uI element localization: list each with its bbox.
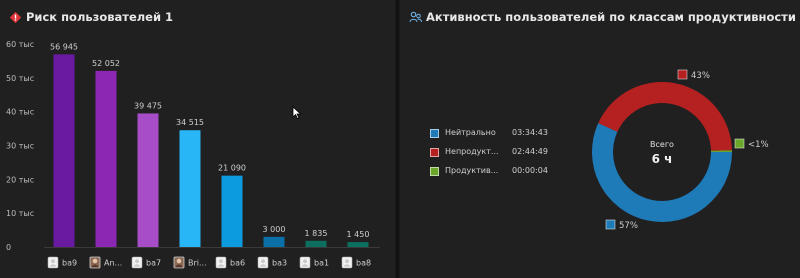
- x-tick-label[interactable]: ba6: [230, 259, 245, 268]
- data-label: 21 090: [218, 164, 246, 173]
- legend-label: Нейтрально: [445, 128, 496, 137]
- avatar-photo-icon[interactable]: [173, 256, 185, 269]
- x-tick-label[interactable]: ba7: [146, 259, 161, 268]
- data-label: 1 450: [347, 230, 370, 239]
- panel-title: Активность пользователей по классам прод…: [426, 10, 796, 24]
- bar[interactable]: [179, 130, 201, 247]
- user-icon[interactable]: [215, 256, 227, 269]
- bar[interactable]: [221, 175, 243, 247]
- user-icon[interactable]: [131, 256, 143, 269]
- user-icon[interactable]: [257, 256, 269, 269]
- data-label: 3 000: [263, 225, 286, 234]
- user-risk-bar-chart: 0 10 тыс 20 тыс 30 тыс 40 тыс 50 тыс 60 тыс 56 …: [6, 40, 380, 269]
- slice-label: 43%: [691, 71, 710, 81]
- legend-value: 03:34:43: [512, 128, 548, 137]
- slice-label-swatch: [734, 138, 745, 149]
- y-tick-label: 30 тыс: [6, 142, 34, 151]
- user-icon[interactable]: [341, 256, 353, 269]
- panel-title: Риск пользователей 1: [26, 10, 174, 24]
- donut-center-label: Всего: [650, 140, 674, 149]
- diamond-risk-icon: [9, 11, 22, 24]
- y-tick-label: 40 тыс: [6, 108, 34, 117]
- bar[interactable]: [53, 54, 75, 247]
- data-label: 39 475: [134, 101, 162, 110]
- bar[interactable]: [347, 242, 369, 247]
- y-tick-label: 60 тыс: [6, 40, 34, 49]
- bar[interactable]: [95, 70, 117, 247]
- x-tick-label[interactable]: ba1: [314, 259, 329, 268]
- legend-swatch: [430, 167, 439, 176]
- y-tick-label: 20 тыс: [6, 175, 34, 184]
- donut-center-value: 6 ч: [652, 152, 673, 166]
- legend-value: 00:00:04: [512, 166, 548, 175]
- panel-divider: [396, 0, 399, 278]
- data-label: 1 835: [305, 229, 328, 238]
- legend-swatch: [430, 148, 439, 157]
- user-icon[interactable]: [47, 256, 59, 269]
- slice-label: 57%: [619, 221, 638, 231]
- x-tick-label[interactable]: An...: [104, 259, 122, 268]
- data-label: 34 515: [176, 118, 204, 127]
- data-label: 56 945: [50, 42, 78, 51]
- bar[interactable]: [263, 236, 285, 247]
- avatar-photo-icon[interactable]: [89, 256, 101, 269]
- productivity-donut-chart: Всего 6 ч 57% 43% <1%: [592, 69, 769, 231]
- legend-label: Непродукт...: [445, 147, 499, 156]
- user-risk-panel: Риск пользователей 1 0 10 тыс 20 тыс 30 тыс…: [0, 0, 395, 278]
- user-icon[interactable]: [299, 256, 311, 269]
- x-tick-label[interactable]: Bri...: [188, 259, 207, 268]
- y-tick-label: 50 тыс: [6, 74, 34, 83]
- y-tick-label: 10 тыс: [6, 209, 34, 218]
- x-tick-label[interactable]: ba3: [272, 259, 287, 268]
- slice-label-swatch: [605, 219, 616, 230]
- legend-label: Продуктив...: [445, 166, 499, 175]
- legend-swatch: [430, 129, 439, 138]
- legend-value: 02:44:49: [512, 147, 548, 156]
- users-activity-icon: [409, 11, 422, 23]
- x-tick-label[interactable]: ba8: [356, 259, 371, 268]
- data-label: 52 052: [92, 59, 120, 68]
- x-tick-label[interactable]: ba9: [62, 259, 77, 268]
- slice-label-swatch: [677, 69, 688, 80]
- bar[interactable]: [305, 240, 327, 247]
- bar[interactable]: [137, 113, 159, 247]
- mouse-cursor-icon: [292, 106, 302, 120]
- y-tick-label: 0: [6, 243, 11, 252]
- user-activity-panel: Активность пользователей по классам прод…: [400, 0, 800, 278]
- slice-label: <1%: [748, 140, 769, 150]
